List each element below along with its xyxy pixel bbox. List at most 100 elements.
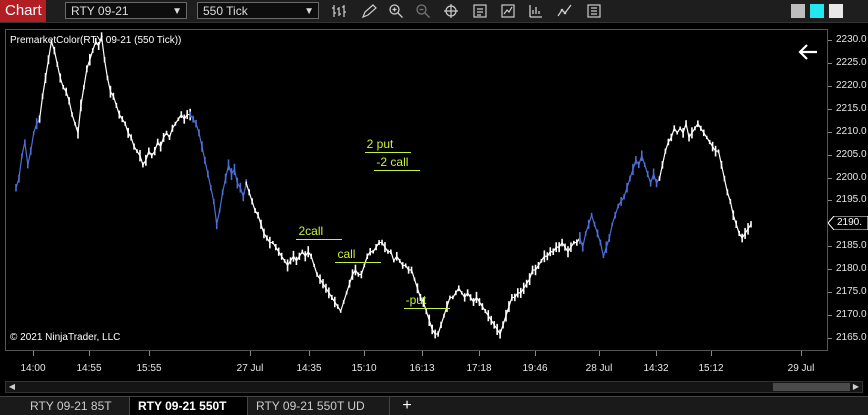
chevron-down-icon: ▼ (172, 6, 182, 17)
properties-icon[interactable] (472, 3, 488, 19)
x-tick-label: 27 Jul (236, 363, 264, 374)
x-tick (801, 351, 802, 356)
y-tick (828, 291, 832, 293)
x-tick (89, 351, 90, 356)
y-tick (828, 314, 832, 316)
chart-window-tab[interactable]: Chart (0, 0, 46, 22)
x-tick-label: 16:13 (409, 363, 435, 374)
x-tick (309, 351, 310, 356)
y-tick-label: 2200.0 (836, 171, 867, 183)
annotation-line (296, 239, 343, 240)
current-price-marker: 2190. (827, 215, 868, 231)
y-tick-label: 2180.0 (836, 263, 867, 274)
y-tick (828, 177, 832, 179)
tab-rty-85t[interactable]: RTY 09-21 85T (22, 397, 130, 415)
x-tick (535, 351, 536, 356)
y-tick-label: 2175.0 (836, 285, 867, 297)
chart-toolbar: Chart RTY 09-21 ▼ 550 Tick ▼ (0, 0, 868, 23)
back-arrow-icon[interactable] (796, 42, 820, 62)
trade-annotation: call (337, 246, 356, 261)
white-square-icon[interactable] (829, 4, 843, 18)
y-tick (828, 269, 832, 270)
y-tick-label: 2215.0 (836, 103, 867, 114)
x-tick-label: 15:10 (351, 363, 377, 374)
x-tick (250, 351, 251, 356)
cyan-square-icon[interactable] (810, 4, 824, 18)
y-tick-label: 2225.0 (836, 57, 867, 69)
y-tick (828, 40, 832, 42)
x-tick-label: 19:46 (522, 363, 548, 374)
templates-icon[interactable] (586, 3, 602, 19)
x-tick (656, 351, 657, 356)
x-tick-label: 29 Jul (787, 363, 815, 374)
x-tick (149, 351, 150, 356)
y-tick (828, 63, 832, 65)
zoom-out-icon[interactable] (415, 3, 431, 19)
x-tick (479, 351, 480, 356)
instrument-selector[interactable]: RTY 09-21 ▼ (65, 2, 187, 19)
x-tick (33, 351, 34, 356)
indicator-title: PremarketColor(RTY 09-21 (550 Tick)) (10, 35, 182, 46)
annotation-line (364, 152, 411, 154)
annotation-line (374, 170, 421, 172)
x-tick (422, 351, 423, 356)
scrollbar-thumb[interactable] (773, 383, 850, 391)
y-tick-label: 2185.0 (836, 240, 867, 252)
drawing-tools-icon[interactable] (557, 3, 573, 19)
x-tick (364, 351, 365, 356)
y-tick-label: 2220.0 (836, 80, 867, 92)
y-tick-label: 2195.0 (836, 194, 867, 206)
x-tick-label: 14:00 (20, 363, 46, 374)
y-tick-label: 2230.0 (836, 34, 867, 46)
x-tick (711, 351, 712, 356)
trade-annotation: 2call (298, 224, 324, 238)
x-tick-label: 14:32 (643, 363, 669, 374)
y-tick (828, 86, 832, 88)
tab-rty-550t[interactable]: RTY 09-21 550T (130, 397, 248, 415)
crosshair-icon[interactable] (443, 3, 459, 19)
y-tick (828, 109, 832, 110)
interval-value: 550 Tick (203, 4, 248, 18)
zoom-in-icon[interactable] (388, 3, 404, 19)
price-series-5 (658, 121, 752, 240)
time-axis[interactable]: 14:00 14:55 15:55 27 Jul 14:35 15:10 16:13 17:1… (5, 351, 828, 377)
x-tick-label: 15:55 (136, 363, 162, 374)
scroll-right-icon[interactable]: ▶ (850, 382, 862, 392)
draw-pencil-icon[interactable] (361, 3, 377, 19)
indicators-icon[interactable] (528, 3, 544, 19)
annotation-line (403, 307, 450, 309)
price-series-4 (579, 153, 660, 259)
y-tick (828, 131, 832, 133)
tab-rty-550t-ud[interactable]: RTY 09-21 550T UD (248, 397, 390, 415)
copyright-text: © 2021 NinjaTrader, LLC (10, 332, 121, 343)
x-tick-label: 28 Jul (585, 363, 613, 374)
y-tick-label: 2205.0 (836, 148, 867, 160)
horizontal-scrollbar[interactable]: ◀ ▶ (5, 381, 863, 393)
chart-tabs-bar: RTY 09-21 85T RTY 09-21 550T RTY 09-21 5… (0, 396, 868, 415)
bar-type-icon[interactable] (331, 3, 347, 19)
annotation-line (335, 261, 382, 263)
x-tick-label: 17:18 (466, 363, 492, 374)
y-tick (828, 246, 832, 248)
instrument-value: RTY 09-21 (71, 4, 129, 18)
price-series-1 (39, 36, 191, 167)
gray-square-icon[interactable] (791, 4, 805, 18)
price-axis[interactable]: 2230.0 2225.0 2220.0 2215.0 2210.0 2205.0 2200… (827, 29, 868, 351)
x-tick-label: 15:12 (698, 363, 724, 374)
y-tick-label: 2165.0 (836, 331, 867, 343)
strategies-icon[interactable] (500, 3, 516, 19)
y-tick (828, 200, 832, 202)
x-tick-label: 14:55 (76, 363, 102, 374)
trade-annotation: -2 call (376, 155, 409, 170)
y-tick-label: 2210.0 (836, 125, 867, 137)
y-tick-label: 2170.0 (836, 308, 867, 320)
y-tick (828, 337, 832, 339)
trade-annotation: -put (405, 292, 427, 307)
scroll-left-icon[interactable]: ◀ (6, 382, 18, 392)
interval-selector[interactable]: 550 Tick ▼ (197, 2, 319, 19)
chevron-down-icon: ▼ (304, 6, 314, 17)
y-tick (828, 154, 832, 156)
x-tick (599, 351, 600, 356)
add-tab-button[interactable]: + (396, 397, 418, 415)
trade-annotation: 2 put (366, 137, 394, 152)
